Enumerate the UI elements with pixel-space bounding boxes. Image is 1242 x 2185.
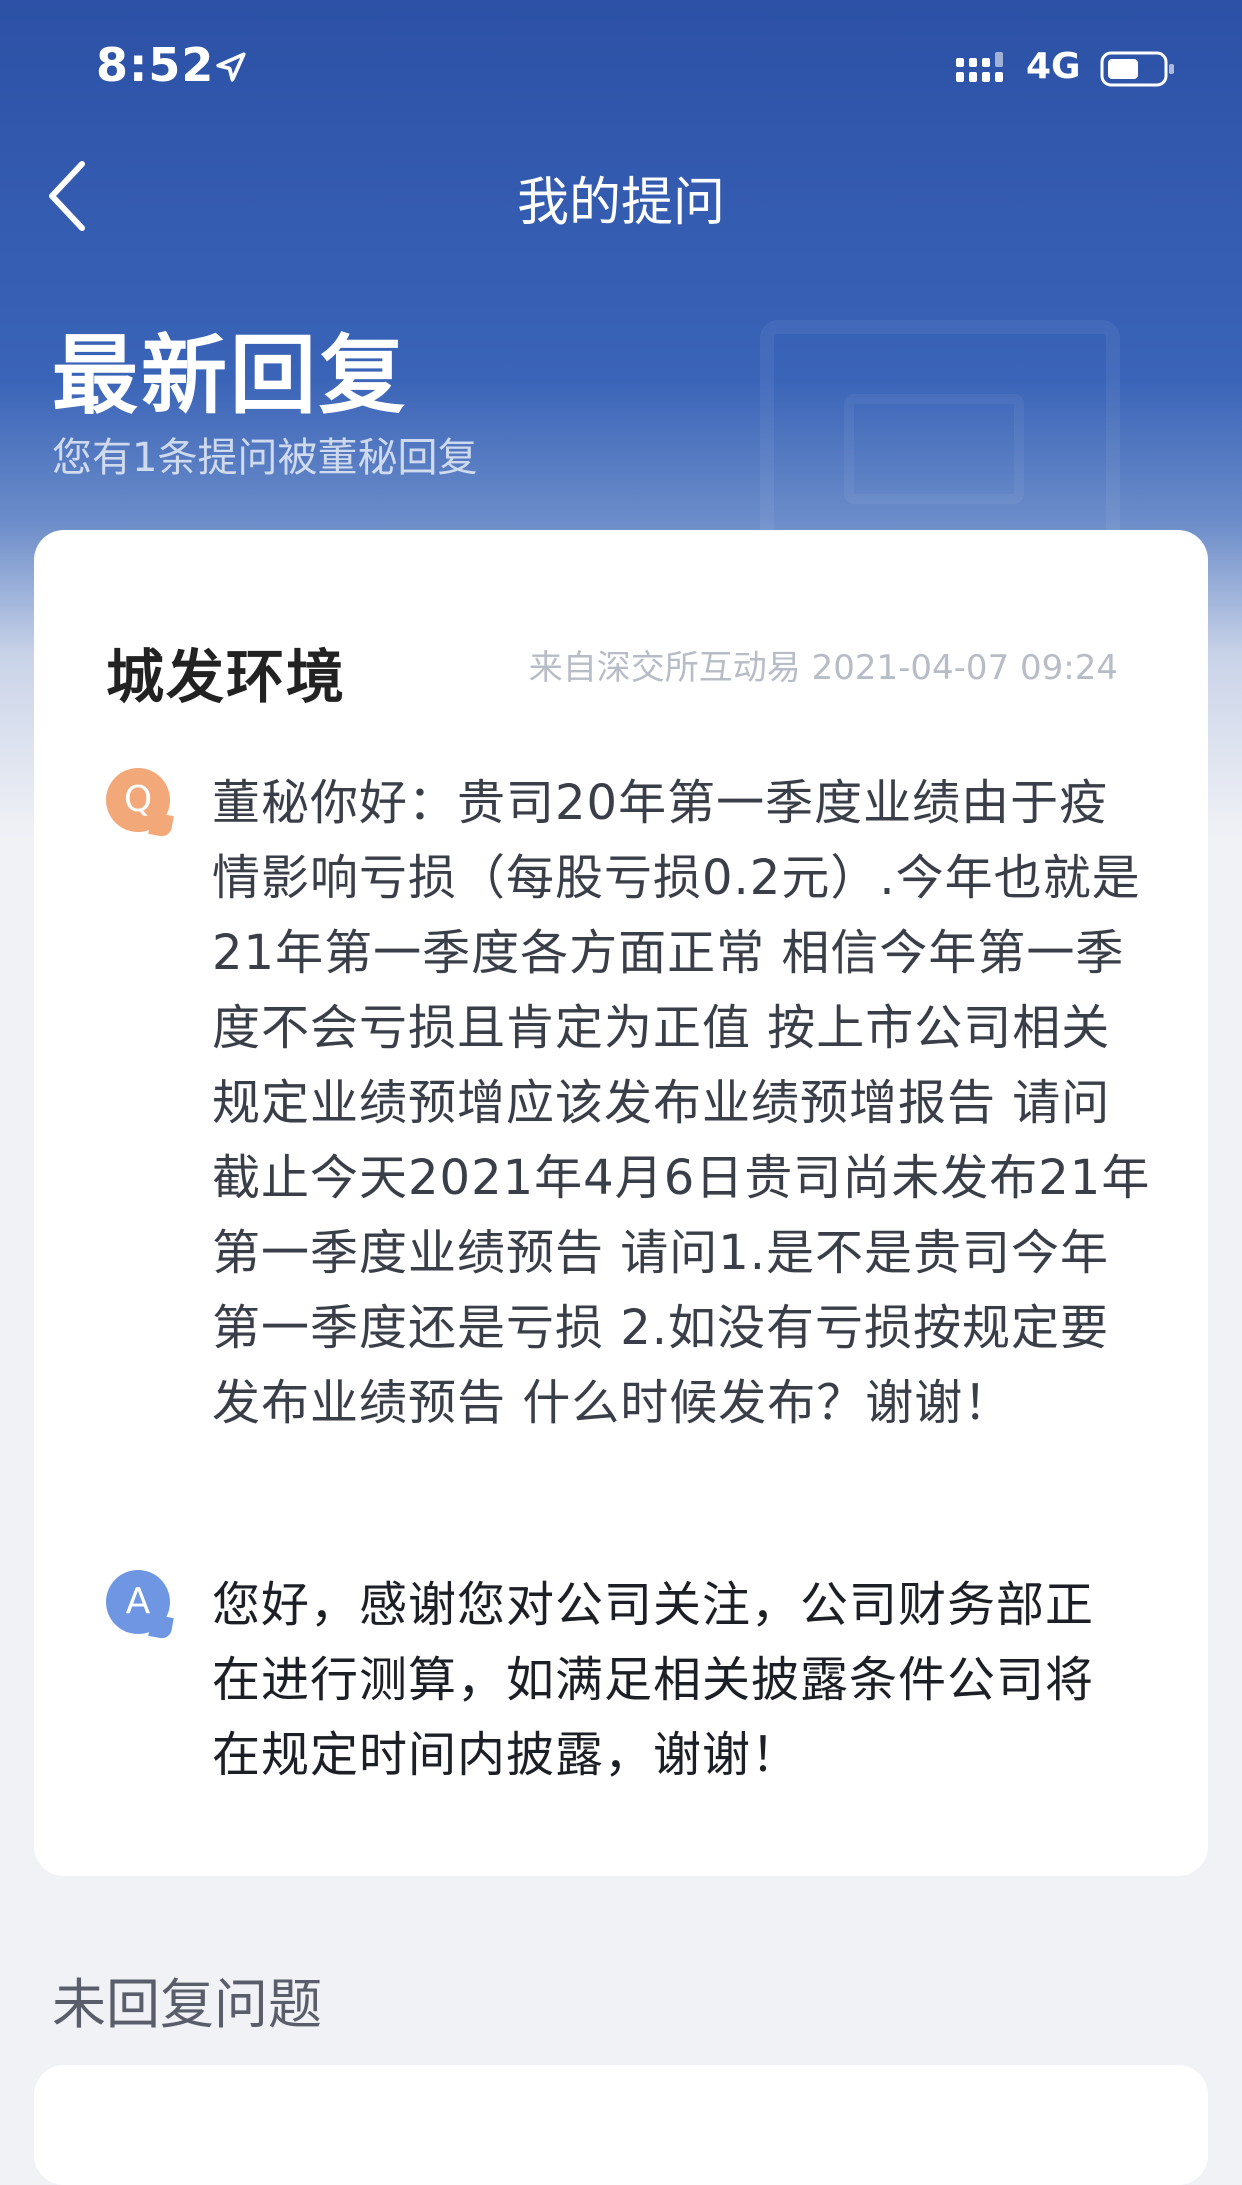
answer-text: 您好，感谢您对公司关注，公司财务部正在进行测算，如满足相关披露条件公司将在规定时…: [212, 1577, 1095, 1783]
reply-card[interactable]: 城发环境 来自深交所互动易 2021-04-07 09:24 Q 董秘你好：贵司…: [34, 530, 1208, 1876]
status-time: 8:52: [96, 38, 215, 92]
company-name: 城发环境: [106, 643, 347, 711]
page-title: 我的提问: [516, 173, 725, 233]
unanswered-card[interactable]: [34, 2065, 1208, 2185]
source-timestamp: 来自深交所互动易 2021-04-07 09:24: [528, 648, 1118, 688]
question-text: 董秘你好：贵司20年第一季度业绩由于疫情影响亏损（每股亏损0.2元）.今年也就是…: [212, 775, 1151, 1431]
status-bar: 8:52 4G: [0, 0, 1242, 140]
latest-reply-title: 最新回复: [52, 326, 408, 426]
unanswered-section-title: 未回复问题: [52, 1973, 322, 2036]
network-type: 4G: [1026, 46, 1081, 87]
answer-icon: A: [106, 1570, 170, 1634]
question-icon: Q: [106, 768, 170, 832]
battery-icon: [1100, 51, 1174, 87]
navigation-bar: 我的提问: [0, 140, 1242, 250]
latest-reply-subtitle: 您有1条提问被董秘回复: [52, 435, 478, 481]
location-arrow-icon: [216, 52, 246, 82]
signal-icon: [956, 52, 1003, 82]
